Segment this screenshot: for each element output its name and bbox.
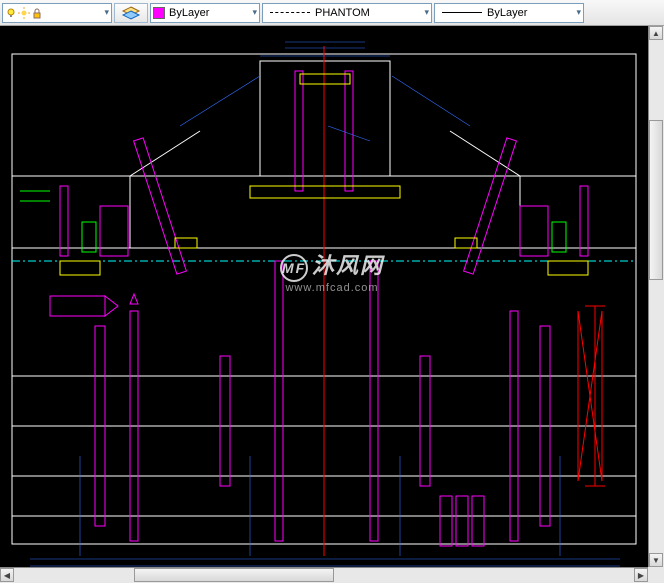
vertical-scrollbar[interactable]: ▲ ▼ <box>648 26 664 567</box>
linetype-label: PHANTOM <box>315 7 370 19</box>
color-swatch <box>153 7 165 19</box>
cad-drawing <box>0 26 648 567</box>
horizontal-scroll-thumb[interactable] <box>134 568 334 582</box>
layer-manager-button[interactable] <box>114 3 148 23</box>
dropdown-arrow-icon: ▾ <box>572 7 581 18</box>
sun-icon <box>18 7 30 19</box>
vertical-scroll-thumb[interactable] <box>649 120 663 280</box>
drawing-canvas[interactable]: MF沐风网 www.mfcad.com ▲ ▼ ◀ ▶ <box>0 26 664 583</box>
scroll-up-button[interactable]: ▲ <box>649 26 663 40</box>
color-label: ByLayer <box>169 7 209 19</box>
properties-toolbar: ▾ ByLayer ▾ PHANTOM ▾ ByLayer ▾ <box>0 0 664 26</box>
scrollbar-corner <box>648 567 664 583</box>
horizontal-scrollbar[interactable]: ◀ ▶ <box>0 567 648 583</box>
layer-state-icons <box>5 7 43 19</box>
lock-icon <box>31 7 43 19</box>
layers-stack-icon <box>120 5 142 21</box>
linetype-dropdown[interactable]: PHANTOM ▾ <box>262 3 432 23</box>
lineweight-label: ByLayer <box>487 7 527 19</box>
lineweight-dropdown[interactable]: ByLayer ▾ <box>434 3 584 23</box>
lightbulb-icon <box>5 7 17 19</box>
scroll-down-button[interactable]: ▼ <box>649 553 663 567</box>
dropdown-arrow-icon: ▾ <box>248 7 257 18</box>
scroll-left-button[interactable]: ◀ <box>0 568 14 582</box>
dropdown-arrow-icon: ▾ <box>420 7 429 18</box>
lineweight-preview <box>437 3 487 23</box>
color-dropdown[interactable]: ByLayer ▾ <box>150 3 260 23</box>
linetype-preview <box>265 3 315 23</box>
scroll-right-button[interactable]: ▶ <box>634 568 648 582</box>
dropdown-arrow-icon: ▾ <box>100 7 109 18</box>
layer-dropdown[interactable]: ▾ <box>2 3 112 23</box>
